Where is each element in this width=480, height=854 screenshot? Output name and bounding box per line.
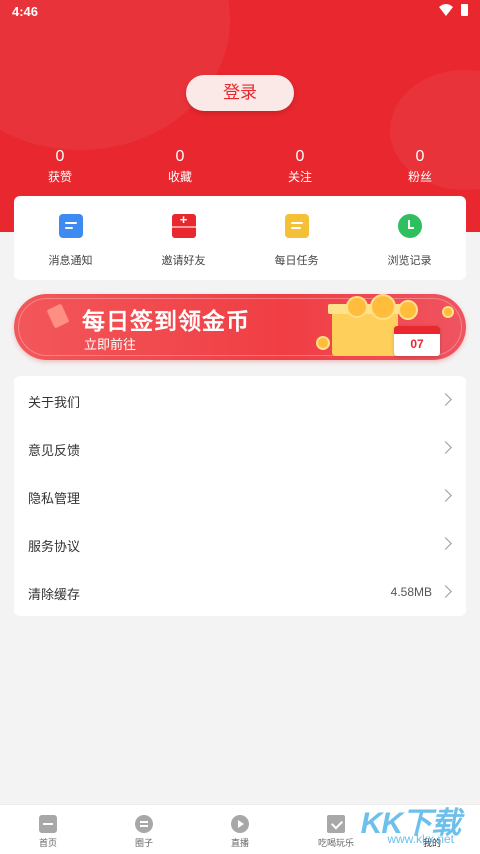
gold-coin-icon <box>346 296 368 318</box>
daily-checkin-banner[interactable]: 每日签到领金币 立即前往 07 <box>14 294 466 360</box>
community-icon <box>135 815 153 833</box>
chevron-right-icon <box>439 441 452 454</box>
settings-row-label: 清除缓存 <box>28 587 81 602</box>
quick-action-messages[interactable]: 消息通知 <box>14 196 127 280</box>
chevron-right-icon <box>439 393 452 406</box>
gold-coin-icon <box>442 306 454 318</box>
quick-actions-card: 消息通知 邀请好友 每日任务 浏览记录 <box>14 196 466 280</box>
calendar-icon: 07 <box>394 326 440 356</box>
settings-row-terms[interactable]: 服务协议 <box>14 520 466 568</box>
profile-stats: 0 获赞 0 收藏 0 关注 0 粉丝 <box>0 148 480 185</box>
gold-coin-icon <box>370 294 396 320</box>
chevron-right-icon <box>439 585 452 598</box>
battery-icon <box>461 4 468 16</box>
stat-value: 0 <box>295 148 305 165</box>
settings-row-label: 隐私管理 <box>28 491 81 506</box>
cache-size-value: 4.58MB <box>390 585 432 599</box>
settings-row-label: 意见反馈 <box>28 443 81 458</box>
nav-home[interactable]: 首页 <box>0 805 96 854</box>
settings-list: 关于我们 意见反馈 隐私管理 服务协议 清除缓存 4.58MB <box>14 376 466 616</box>
stat-favorites[interactable]: 0 收藏 <box>120 148 240 185</box>
stat-label: 收藏 <box>167 170 192 184</box>
settings-row-label: 关于我们 <box>28 395 81 410</box>
stat-followers[interactable]: 0 粉丝 <box>360 148 480 185</box>
quick-action-label: 消息通知 <box>48 255 93 267</box>
status-time: 4:46 <box>12 4 39 19</box>
calendar-header <box>394 326 440 334</box>
nav-label: 首页 <box>38 838 57 848</box>
nav-label: 直播 <box>230 838 249 848</box>
nav-label: 圈子 <box>134 838 153 848</box>
calendar-day: 07 <box>410 337 424 351</box>
nav-community[interactable]: 圈子 <box>96 805 192 854</box>
banner-subtitle: 立即前往 <box>84 337 137 352</box>
home-icon <box>39 815 57 833</box>
nav-live[interactable]: 直播 <box>192 805 288 854</box>
history-clock-icon <box>397 214 422 238</box>
settings-row-feedback[interactable]: 意见反馈 <box>14 424 466 472</box>
gold-coin-icon <box>316 336 330 350</box>
stat-label: 获赞 <box>47 170 72 184</box>
settings-row-clear-cache[interactable]: 清除缓存 4.58MB <box>14 568 466 616</box>
message-icon <box>58 214 83 238</box>
food-fun-icon <box>327 815 345 833</box>
status-bar: 4:46 <box>0 0 480 24</box>
quick-action-tasks[interactable]: 每日任务 <box>240 196 353 280</box>
settings-row-privacy[interactable]: 隐私管理 <box>14 472 466 520</box>
login-button[interactable]: 登录 <box>186 75 294 111</box>
wifi-icon <box>439 4 453 16</box>
quick-action-label: 浏览记录 <box>387 255 432 267</box>
site-watermark-url: www.kkx.net <box>387 832 454 846</box>
live-play-icon <box>231 815 249 833</box>
nav-label: 吃喝玩乐 <box>317 838 354 848</box>
quick-action-label: 每日任务 <box>274 255 319 267</box>
settings-row-label: 服务协议 <box>28 539 81 554</box>
stat-value: 0 <box>175 148 185 165</box>
quick-action-history[interactable]: 浏览记录 <box>353 196 466 280</box>
quick-action-invite[interactable]: 邀请好友 <box>127 196 240 280</box>
stat-label: 粉丝 <box>407 170 432 184</box>
quick-action-label: 邀请好友 <box>161 255 206 267</box>
stat-value: 0 <box>55 148 65 165</box>
gold-coin-icon <box>398 300 418 320</box>
stat-value: 0 <box>415 148 425 165</box>
task-icon <box>284 214 309 238</box>
stat-following[interactable]: 0 关注 <box>240 148 360 185</box>
settings-row-about[interactable]: 关于我们 <box>14 376 466 424</box>
stat-likes[interactable]: 0 获赞 <box>0 148 120 185</box>
invite-envelope-icon <box>171 214 196 238</box>
chevron-right-icon <box>439 489 452 502</box>
stat-label: 关注 <box>287 170 312 184</box>
chevron-right-icon <box>439 537 452 550</box>
banner-title: 每日签到领金币 <box>82 308 250 334</box>
